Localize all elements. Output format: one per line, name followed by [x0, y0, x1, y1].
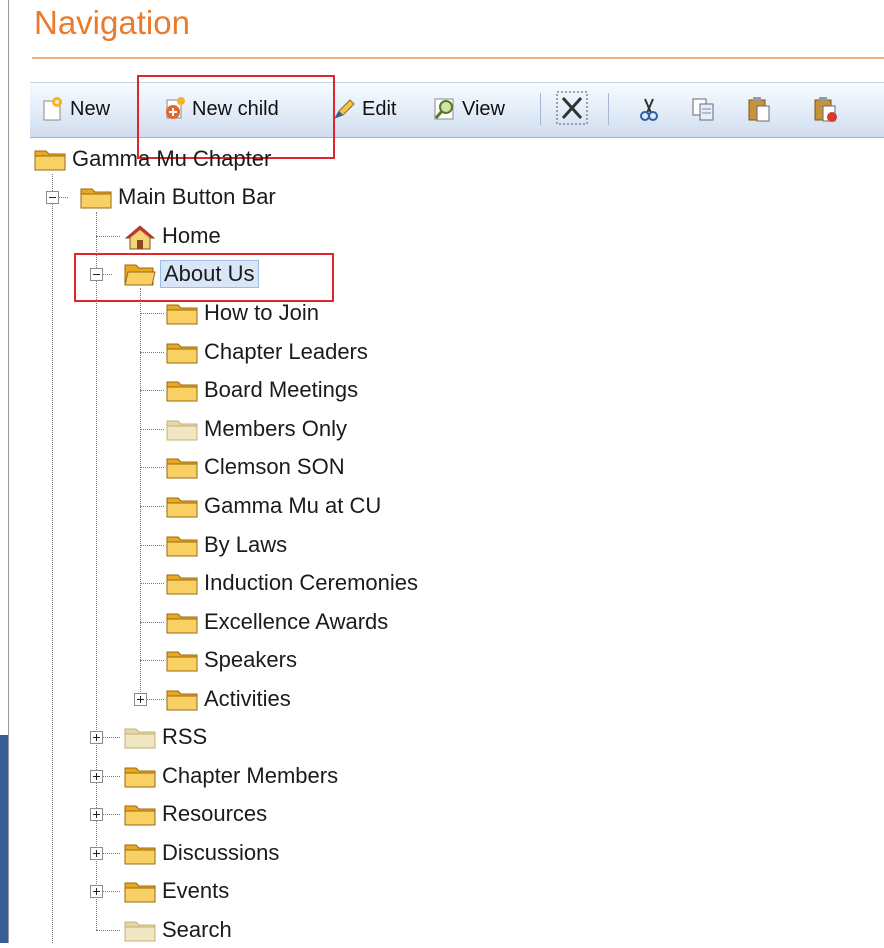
edit-button-label: Edit — [362, 97, 397, 120]
tree-node-events[interactable]: Events — [124, 876, 231, 906]
collapse-toggle[interactable] — [90, 268, 103, 281]
toolbar-separator — [608, 93, 609, 125]
new-page-icon — [40, 96, 66, 122]
tree-node-rss[interactable]: RSS — [124, 722, 209, 752]
tree-node-label: Gamma Mu at CU — [204, 493, 382, 518]
new-child-button-label: New child — [192, 97, 279, 120]
tree-node-label: Events — [162, 878, 230, 904]
edit-button[interactable]: Edit — [332, 91, 396, 127]
folder-icon — [34, 147, 66, 171]
folder-icon — [166, 340, 198, 364]
folder-icon — [166, 687, 198, 711]
tree-node-label: Speakers — [204, 647, 297, 673]
folder-icon — [166, 301, 198, 325]
paste-special-icon[interactable] — [812, 95, 838, 123]
folder-icon — [166, 378, 198, 402]
window-left-edge — [0, 0, 10, 943]
folder-icon — [80, 185, 112, 209]
folder-icon — [166, 610, 198, 634]
tree-node-label: How to Join — [204, 300, 319, 325]
folder-icon — [166, 533, 198, 557]
tree-node-how-to-join[interactable]: How to Join — [166, 298, 321, 328]
view-button-label: View — [462, 97, 505, 120]
collapse-toggle[interactable] — [46, 191, 59, 204]
tree-node-resources[interactable]: Resources — [124, 799, 269, 829]
tree-node-about-us[interactable]: About Us — [124, 259, 259, 289]
expand-toggle[interactable] — [90, 769, 103, 783]
tree-node-clemson-son[interactable]: Clemson SON — [166, 452, 347, 482]
tree-node-label: RSS — [162, 724, 208, 749]
tree-node-members-only[interactable]: Members Only — [166, 414, 349, 444]
view-button[interactable]: View — [432, 91, 505, 127]
tree-node-board-meetings[interactable]: Board Meetings — [166, 375, 360, 405]
new-child-button[interactable]: New child — [162, 91, 279, 127]
folder-open-icon — [124, 262, 156, 286]
sidebar-accent — [0, 735, 8, 943]
tree-node-label: Discussions — [162, 839, 280, 865]
tree-node-label: Board Meetings — [204, 377, 359, 403]
tree-node-gamma-mu-at-cu[interactable]: Gamma Mu at CU — [166, 491, 383, 521]
tree-node-label: Induction Ceremonies — [204, 570, 419, 596]
home-icon — [124, 224, 156, 250]
tree-node-induction-ceremonies[interactable]: Induction Ceremonies — [166, 568, 420, 598]
new-child-icon — [162, 96, 188, 122]
tree-node-label: Chapter Members — [162, 762, 339, 788]
tree-node-label: By Laws — [204, 531, 288, 557]
delete-x-icon[interactable] — [556, 91, 588, 125]
folder-icon — [166, 417, 198, 441]
tree-node-discussions[interactable]: Discussions — [124, 838, 281, 868]
folder-icon — [124, 918, 156, 942]
expand-toggle[interactable] — [90, 731, 103, 744]
tree-node-main-button-bar[interactable]: Main Button Bar — [80, 182, 278, 212]
folder-icon — [124, 841, 156, 865]
new-button-label: New — [70, 97, 111, 120]
tree-node-chapter-members[interactable]: Chapter Members — [124, 761, 340, 791]
tree-node-label: Excellence Awards — [204, 608, 389, 634]
folder-icon — [166, 571, 198, 595]
tree-node-label: Members Only — [204, 415, 348, 441]
toolbar: New New child Edit View — [30, 82, 884, 138]
view-magnifier-icon — [432, 96, 458, 122]
new-button[interactable]: New — [40, 91, 110, 127]
folder-icon — [124, 764, 156, 788]
expand-toggle[interactable] — [90, 808, 103, 822]
folder-icon — [166, 648, 198, 672]
tree-node-home[interactable]: Home — [124, 221, 223, 251]
tree-node-search[interactable]: Search — [124, 915, 234, 945]
folder-icon — [124, 725, 156, 749]
tree-node-excellence-awards[interactable]: Excellence Awards — [166, 607, 390, 637]
folder-icon — [124, 879, 156, 903]
expand-toggle[interactable] — [134, 693, 147, 706]
folder-icon — [166, 494, 198, 518]
tree-node-label: Main Button Bar — [118, 184, 276, 209]
tree-node-label: Home — [162, 223, 221, 248]
folder-icon — [124, 802, 156, 826]
tree-node-label: Chapter Leaders — [204, 338, 368, 364]
title-divider — [32, 57, 884, 59]
toolbar-separator — [540, 93, 541, 125]
expand-toggle[interactable] — [90, 885, 103, 899]
tree-node-label: About Us — [160, 260, 259, 288]
folder-icon — [166, 455, 198, 479]
cut-scissors-icon[interactable] — [636, 95, 662, 123]
tree-node-label: Resources — [162, 801, 268, 827]
edit-pencil-icon — [332, 96, 358, 122]
tree-node-label: Search — [162, 917, 232, 942]
tree-node-label: Clemson SON — [204, 454, 345, 480]
tree-node-chapter-leaders[interactable]: Chapter Leaders — [166, 337, 370, 367]
tree-node-activities[interactable]: Activities — [166, 684, 293, 714]
expand-toggle[interactable] — [90, 846, 103, 860]
tree-root-label: Gamma Mu Chapter — [72, 146, 272, 171]
tree-node-label: Activities — [204, 686, 291, 711]
paste-icon[interactable] — [746, 95, 772, 123]
page-title: Navigation — [34, 4, 190, 41]
tree-node-by-laws[interactable]: By Laws — [166, 530, 289, 560]
copy-icon[interactable] — [690, 95, 716, 123]
tree-node-speakers[interactable]: Speakers — [166, 645, 299, 675]
tree-root[interactable]: Gamma Mu Chapter — [34, 144, 273, 174]
